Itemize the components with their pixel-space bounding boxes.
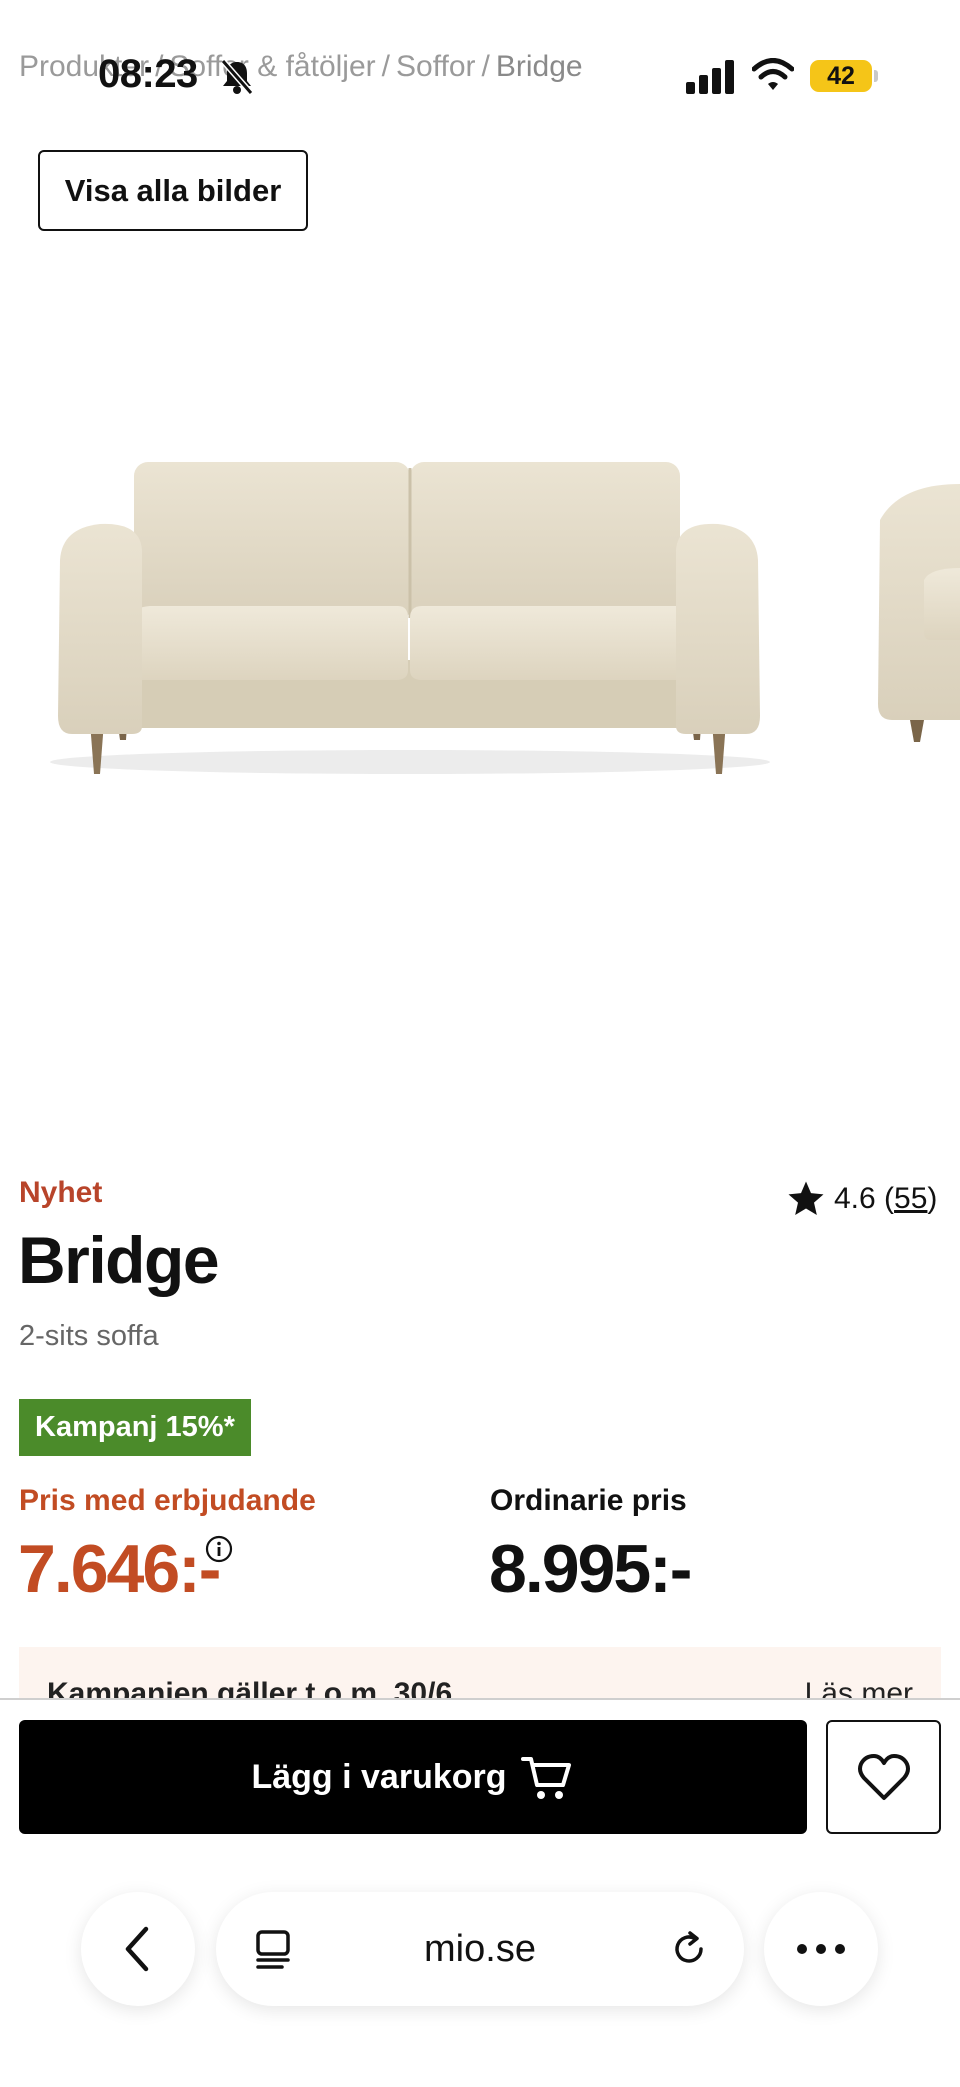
- offer-price-label: Pris med erbjudande: [19, 1484, 316, 1517]
- campaign-notice-text: Kampanjen gäller t.o.m. 30/6: [47, 1677, 453, 1699]
- breadcrumb-separator: /: [381, 50, 390, 83]
- address-bar[interactable]: mio.se: [216, 1892, 744, 2006]
- show-all-images-button[interactable]: Visa alla bilder: [38, 150, 308, 231]
- battery-indicator: 42: [810, 60, 872, 92]
- info-icon[interactable]: [205, 1535, 233, 1563]
- breadcrumb-item-current: Bridge: [495, 50, 583, 83]
- status-time: 08:23: [98, 52, 198, 96]
- rating-value: 4.6: [834, 1182, 876, 1215]
- add-to-wishlist-button[interactable]: [826, 1720, 941, 1834]
- browser-more-button[interactable]: [764, 1892, 878, 2006]
- breadcrumb-separator: /: [481, 50, 490, 83]
- read-more-link[interactable]: Läs mer: [805, 1677, 913, 1699]
- chevron-left-icon: [125, 1926, 149, 1972]
- offer-price: 7.646:-: [18, 1531, 221, 1607]
- heart-icon: [857, 1754, 910, 1800]
- add-to-cart-label: Lägg i varukorg: [251, 1757, 507, 1796]
- star-icon: [788, 1181, 824, 1215]
- regular-price-label: Ordinarie pris: [490, 1484, 687, 1517]
- review-count-link[interactable]: 55: [894, 1182, 927, 1216]
- product-rating[interactable]: 4.6 (55): [786, 1176, 937, 1222]
- breadcrumb-item-sofas[interactable]: Soffor: [396, 50, 476, 83]
- browser-back-button[interactable]: [81, 1892, 195, 2006]
- regular-price: 8.995:-: [489, 1531, 692, 1607]
- campaign-badge: Kampanj 15%*: [19, 1399, 251, 1456]
- wifi-icon: [752, 58, 794, 90]
- cart-icon: [520, 1757, 571, 1799]
- campaign-notice: Kampanjen gäller t.o.m. 30/6 Läs mer: [19, 1647, 941, 1699]
- breadcrumb-item-sofas-armchairs[interactable]: Soffor & fåtöljer: [169, 50, 375, 83]
- cellular-signal-icon: [686, 60, 734, 94]
- reload-icon[interactable]: [668, 1928, 710, 1970]
- bell-slash-icon: [220, 59, 254, 95]
- product-image-sofa[interactable]: [0, 300, 960, 860]
- add-to-cart-button[interactable]: Lägg i varukorg: [19, 1720, 807, 1834]
- product-subtitle: 2-sits soffa: [19, 1320, 159, 1352]
- product-title: Bridge: [18, 1223, 220, 1297]
- new-badge: Nyhet: [19, 1176, 103, 1209]
- battery-tip: [874, 70, 878, 82]
- address-url[interactable]: mio.se: [216, 1892, 744, 2006]
- more-icon: [797, 1944, 845, 1954]
